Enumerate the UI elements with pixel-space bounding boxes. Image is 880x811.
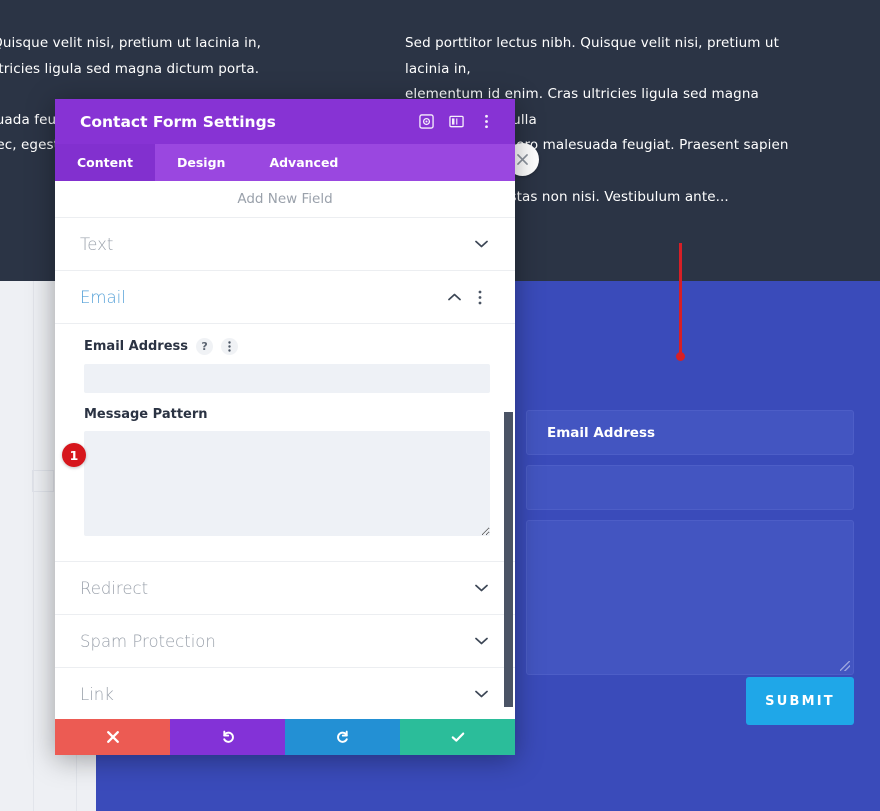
preview-message-field[interactable]	[526, 520, 854, 675]
layout-columns-icon-button[interactable]	[441, 107, 471, 137]
add-new-field-button[interactable]: Add New Field	[55, 181, 515, 218]
section-link-label: Link	[80, 684, 114, 704]
modal-body: Add New Field Text Email Email Address ?…	[55, 181, 515, 719]
chevron-down-icon[interactable]	[472, 632, 490, 650]
help-icon[interactable]: ?	[196, 338, 214, 355]
annotation-marker-dot	[676, 352, 685, 361]
field-spacer	[84, 393, 490, 407]
close-icon	[517, 154, 528, 165]
section-text-label: Text	[80, 234, 114, 254]
email-section-fields: Email Address ? Message Pattern	[55, 324, 515, 562]
chevron-up-icon[interactable]	[445, 288, 463, 306]
preview-email-field-label: Email Address	[547, 424, 656, 441]
checkbox-outline[interactable]	[32, 470, 54, 492]
layout-columns-icon	[448, 115, 464, 128]
email-address-input[interactable]	[84, 364, 490, 393]
preview-blank-field[interactable]	[526, 465, 854, 510]
chevron-down-icon[interactable]	[472, 685, 490, 703]
email-address-label: Email Address	[84, 339, 189, 354]
undo-icon	[222, 730, 234, 743]
kebab-menu-icon	[484, 114, 488, 129]
section-redirect[interactable]: Redirect	[55, 562, 515, 615]
redo-button[interactable]	[285, 719, 400, 755]
undo-button[interactable]	[170, 719, 285, 755]
annotation-marker-line	[679, 243, 682, 355]
message-pattern-textarea[interactable]	[84, 431, 490, 536]
column-rule-left	[33, 281, 34, 811]
tab-content[interactable]: Content	[55, 144, 155, 181]
section-email-kebab-icon[interactable]	[470, 288, 490, 306]
modal-footer	[55, 719, 515, 755]
section-spam-protection-label: Spam Protection	[80, 631, 216, 651]
email-address-label-row: Email Address ?	[84, 338, 490, 355]
section-email[interactable]: Email	[55, 271, 515, 324]
message-pattern-label-row: Message Pattern	[84, 407, 490, 422]
section-spam-protection[interactable]: Spam Protection	[55, 615, 515, 668]
tab-design[interactable]: Design	[155, 144, 247, 181]
modal-title: Contact Form Settings	[80, 112, 276, 131]
modal-header: Contact Form Settings	[55, 99, 515, 144]
contact-form-settings-modal: Contact Form Settings Content Design Adv…	[55, 99, 515, 755]
target-icon-button[interactable]	[411, 107, 441, 137]
message-pattern-label: Message Pattern	[84, 407, 208, 422]
email-address-options-icon[interactable]	[221, 338, 239, 355]
section-email-label: Email	[80, 287, 126, 307]
modal-scrollbar-thumb[interactable]	[504, 412, 513, 707]
chevron-down-icon[interactable]	[472, 579, 490, 597]
screen: s nibh. Quisque velit nisi, pretium ut l…	[0, 0, 880, 811]
kebab-menu-icon-button[interactable]	[471, 107, 501, 137]
section-link[interactable]: Link	[55, 668, 515, 719]
cancel-button[interactable]	[55, 719, 170, 755]
tab-advanced[interactable]: Advanced	[247, 144, 360, 181]
annotation-badge-1: 1	[62, 443, 86, 467]
preview-submit-button[interactable]: SUBMIT	[746, 677, 854, 725]
section-redirect-label: Redirect	[80, 578, 149, 598]
close-icon	[106, 731, 119, 743]
redo-icon	[336, 730, 348, 743]
check-icon	[451, 732, 464, 742]
chevron-down-icon[interactable]	[472, 235, 490, 253]
resize-handle-icon[interactable]	[840, 661, 850, 671]
save-button[interactable]	[400, 719, 515, 755]
section-text[interactable]: Text	[55, 218, 515, 271]
target-icon	[418, 114, 434, 129]
modal-tab-bar: Content Design Advanced	[55, 144, 515, 181]
preview-email-field[interactable]: Email Address	[526, 410, 854, 455]
